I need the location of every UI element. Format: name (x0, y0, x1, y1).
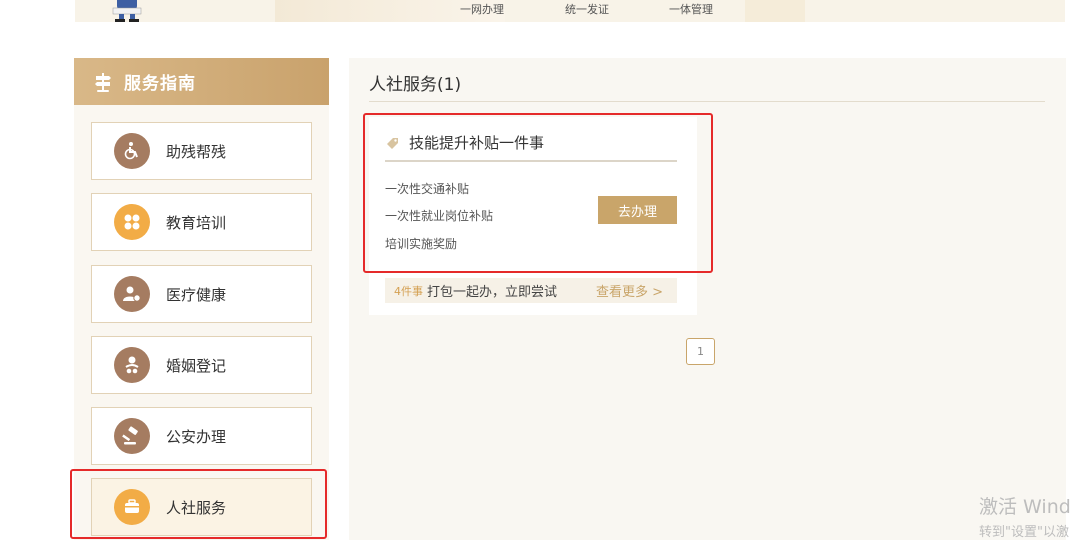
sidebar-item-label: 婚姻登记 (166, 356, 227, 375)
pagination-page-1[interactable]: 1 (686, 338, 715, 365)
sidebar-item-marriage[interactable]: 婚姻登记 (91, 336, 312, 394)
sidebar-item-label: 助残帮残 (166, 142, 227, 161)
banner-item-management: 一体管理 (669, 3, 713, 16)
view-more-link[interactable]: 查看更多 > (596, 281, 663, 300)
banner-item-certificate: 统一发证 (565, 3, 609, 16)
windows-activation-hint: 转到"设置"以激 (979, 525, 1069, 540)
gavel-icon (114, 418, 150, 454)
mascot-icon (112, 0, 142, 22)
sidebar-item-disability-aid[interactable]: 助残帮残 (91, 122, 312, 180)
person-medical-icon (114, 276, 150, 312)
banner-item-online: 一网办理 (460, 3, 504, 16)
card-footer: 4件事 打包一起办，立即尝试 查看更多 > (385, 278, 677, 303)
footer-count: 4件事 (394, 284, 423, 298)
wheelchair-icon (114, 133, 150, 169)
signpost-icon (95, 72, 111, 92)
sidebar-item-medical[interactable]: 医疗健康 (91, 265, 312, 323)
sidebar-item-label: 医疗健康 (166, 285, 227, 304)
sidebar-item-education[interactable]: 教育培训 (91, 193, 312, 251)
sidebar-item-label: 教育培训 (166, 213, 227, 232)
page: 一网办理 统一发证 一体管理 服务指南 助残帮残 教育培训 医疗健康 婚姻登记 … (0, 0, 1080, 540)
page-title: 人社服务(1) (369, 75, 462, 95)
top-banner: 一网办理 统一发证 一体管理 (75, 0, 1065, 22)
highlight-box-sidebar (70, 469, 327, 539)
highlight-box-card (363, 113, 713, 273)
sidebar-item-public-security[interactable]: 公安办理 (91, 407, 312, 465)
sidebar-title: 服务指南 (124, 74, 196, 94)
couple-icon (114, 347, 150, 383)
grid-icon (114, 204, 150, 240)
windows-activation-watermark: 激活 Wind (979, 496, 1071, 518)
sidebar-item-label: 公安办理 (166, 427, 227, 446)
footer-text: 打包一起办，立即尝试 (427, 285, 558, 300)
title-divider (369, 101, 1045, 102)
sidebar-header: 服务指南 (74, 58, 329, 105)
